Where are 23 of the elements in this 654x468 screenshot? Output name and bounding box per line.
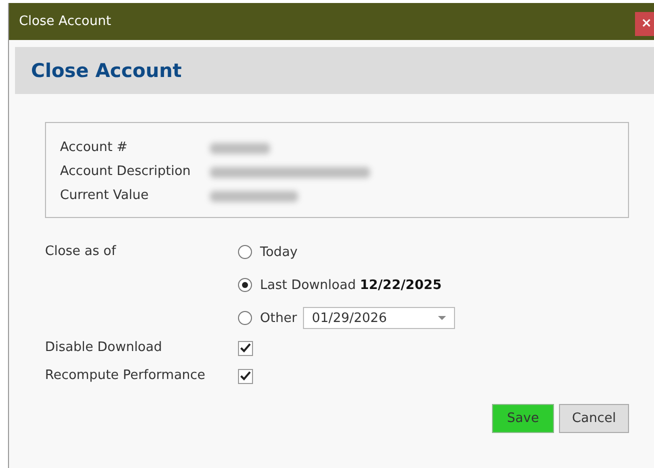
- field-label: Current Value: [60, 187, 150, 205]
- window-title: Close Account: [19, 14, 112, 29]
- radio-button[interactable]: [238, 245, 252, 259]
- checkbox[interactable]: [238, 368, 253, 384]
- save-button[interactable]: Save: [492, 404, 554, 433]
- field-label: Close as of: [45, 243, 118, 261]
- last-download-date: 12/22/2025: [360, 278, 442, 292]
- date-picker[interactable]: 01/29/2026: [302, 307, 455, 329]
- option-label: Last Download: [260, 278, 356, 292]
- close-button[interactable]: ×: [635, 12, 654, 36]
- option-label: Today: [260, 244, 298, 260]
- field-label: Disable Download: [45, 339, 163, 357]
- radio-button[interactable]: [238, 311, 252, 325]
- field-label: Account #: [60, 139, 129, 157]
- blurred-value: [210, 142, 270, 154]
- field-label: Account Description: [60, 163, 192, 181]
- radio-button[interactable]: [238, 278, 252, 292]
- checkbox[interactable]: [238, 340, 253, 356]
- cancel-button[interactable]: Cancel: [558, 404, 629, 433]
- option-label: Other: [260, 310, 297, 326]
- dropdown-caret-icon: [438, 316, 446, 320]
- dialog-heading: Close Account: [31, 60, 182, 82]
- field-label: Recompute Performance: [45, 367, 206, 385]
